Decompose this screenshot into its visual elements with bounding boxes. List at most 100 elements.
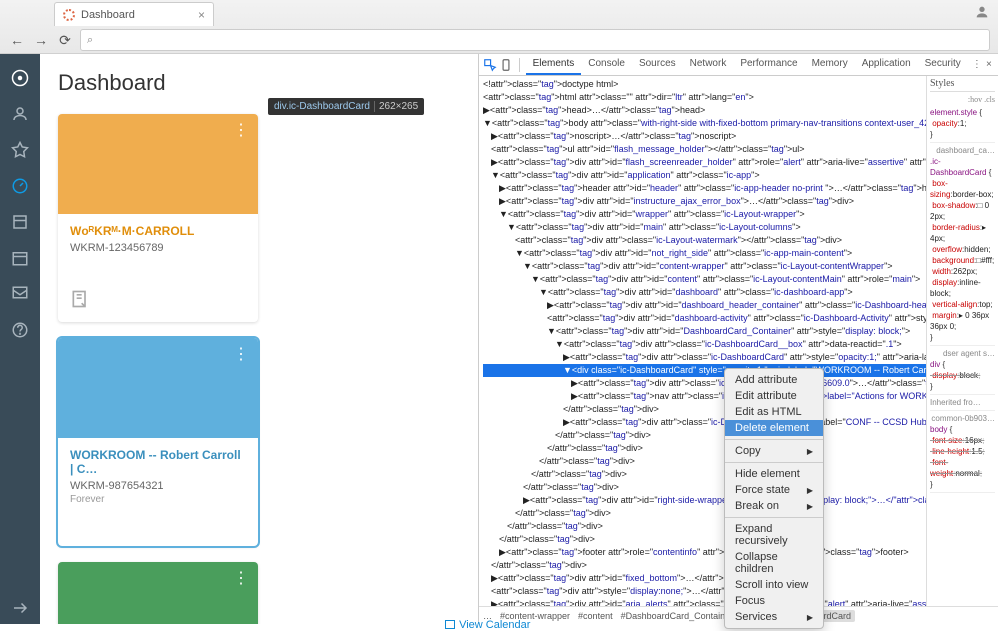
devtools-tab-application[interactable]: Application bbox=[855, 54, 918, 75]
dashboard-card[interactable]: ⋮ CONF -- CCSD Hub CCSD Hub Forever bbox=[58, 562, 258, 624]
dom-node[interactable]: </attr">class="tag">div> bbox=[483, 468, 926, 481]
calendar-icon[interactable] bbox=[4, 242, 36, 274]
dom-node[interactable]: </attr">class="tag">div> bbox=[483, 533, 926, 546]
dom-node[interactable]: ▶<attr">class="tag">footer attr">role="c… bbox=[483, 546, 926, 559]
collapse-icon[interactable] bbox=[4, 592, 36, 624]
context-menu[interactable]: Add attributeEdit attributeEdit as HTMLD… bbox=[724, 368, 824, 629]
card-menu-icon[interactable]: ⋮ bbox=[233, 568, 250, 588]
context-menu-item[interactable]: Services▶ bbox=[725, 609, 823, 625]
context-menu-item[interactable]: Scroll into view bbox=[725, 577, 823, 593]
context-menu-item[interactable]: Collapse children bbox=[725, 549, 823, 577]
browser-tab[interactable]: Dashboard × bbox=[54, 2, 214, 26]
dom-node[interactable]: </attr">class="tag">div> bbox=[483, 403, 926, 416]
context-menu-item[interactable]: Hide element bbox=[725, 466, 823, 482]
dom-node[interactable]: ▶<attr">class="tag">head>…</attr">class=… bbox=[483, 104, 926, 117]
dom-node[interactable]: ▼<attr">class="tag">div attr">id="main" … bbox=[483, 221, 926, 234]
card-menu-icon[interactable]: ⋮ bbox=[233, 120, 250, 140]
forward-button[interactable]: → bbox=[32, 31, 50, 49]
dom-node[interactable]: </attr">class="tag">div> bbox=[483, 455, 926, 468]
context-menu-item[interactable]: Edit as HTML bbox=[725, 404, 823, 420]
admin-icon[interactable] bbox=[4, 134, 36, 166]
dom-node[interactable]: ▶<attr">class="tag">div attr">class="ic-… bbox=[483, 351, 926, 364]
dom-node[interactable]: </attr">class="tag">div> bbox=[483, 559, 926, 572]
breadcrumb-item[interactable]: #DashboardCard_Container bbox=[621, 611, 734, 621]
devtools-tab-sources[interactable]: Sources bbox=[632, 54, 683, 75]
account-icon[interactable] bbox=[4, 98, 36, 130]
devtools-menu-icon[interactable]: ⋮ bbox=[972, 56, 982, 74]
breadcrumb-item[interactable]: #content bbox=[578, 611, 613, 621]
dom-node[interactable]: <attr">class="tag">html attr">class="" a… bbox=[483, 91, 926, 104]
dom-node[interactable]: ▼<attr">class="tag">div attr">id="not_ri… bbox=[483, 247, 926, 260]
dom-node[interactable]: ▶<attr">class="tag">div attr">id="right-… bbox=[483, 494, 926, 507]
reload-button[interactable]: ⟳ bbox=[56, 31, 74, 49]
devtools-tab-memory[interactable]: Memory bbox=[805, 54, 855, 75]
styles-filter[interactable]: :hov .cls bbox=[930, 94, 995, 105]
dom-node[interactable]: ▼<attr">class="tag">div attr">id="dashbo… bbox=[483, 286, 926, 299]
courses-icon[interactable] bbox=[4, 206, 36, 238]
devtools-tab-security[interactable]: Security bbox=[918, 54, 968, 75]
context-menu-item[interactable]: Delete element bbox=[725, 420, 823, 436]
dashboard-icon[interactable] bbox=[4, 170, 36, 202]
dom-node[interactable]: ▶<attr">class="tag">noscript>…</attr">cl… bbox=[483, 130, 926, 143]
view-calendar-link[interactable]: View Calendar bbox=[444, 618, 530, 631]
context-menu-item[interactable]: Edit attribute bbox=[725, 388, 823, 404]
context-menu-item[interactable]: Focus bbox=[725, 593, 823, 609]
dom-node[interactable]: ▶<attr">class="tag">div attr">class="ic-… bbox=[483, 377, 926, 390]
logo-icon[interactable] bbox=[4, 62, 36, 94]
devtools-tab-performance[interactable]: Performance bbox=[733, 54, 804, 75]
card-menu-icon[interactable]: ⋮ bbox=[233, 344, 250, 364]
devtools-close-icon[interactable]: × bbox=[984, 56, 994, 74]
inbox-icon[interactable] bbox=[4, 278, 36, 310]
dom-node[interactable]: ▶<attr">class="tag">div attr">class="ic-… bbox=[483, 416, 926, 429]
card-subtitle: WKRM-987654321 bbox=[70, 480, 246, 492]
dom-node[interactable]: ▶<attr">class="tag">div attr">id="flash_… bbox=[483, 156, 926, 169]
back-button[interactable]: ← bbox=[8, 31, 26, 49]
dom-node[interactable]: ▶<attr">class="tag">div attr">id="instru… bbox=[483, 195, 926, 208]
dom-node[interactable]: ▼<div class="ic-DashboardCard" style="op… bbox=[483, 364, 926, 377]
context-menu-item[interactable]: Expand recursively bbox=[725, 521, 823, 549]
dom-node[interactable]: ▶<attr">class="tag">nav attr">class="ic-… bbox=[483, 390, 926, 403]
card-title: WORKROOM -- Robert Carroll | C… bbox=[70, 448, 246, 476]
dom-node[interactable]: </attr">class="tag">div> bbox=[483, 507, 926, 520]
help-icon[interactable] bbox=[4, 314, 36, 346]
device-mode-icon[interactable] bbox=[499, 56, 513, 74]
dom-node[interactable]: <attr">class="tag">ul attr">id="flash_me… bbox=[483, 143, 926, 156]
dom-tree[interactable]: <!attr">class="tag">doctype html><attr">… bbox=[479, 76, 926, 606]
menu-separator bbox=[725, 439, 823, 440]
address-bar[interactable]: ⌕ bbox=[80, 29, 990, 51]
dom-node[interactable]: </attr">class="tag">div> bbox=[483, 520, 926, 533]
close-tab-icon[interactable]: × bbox=[198, 8, 205, 22]
dom-node[interactable]: ▼<attr">class="tag">div attr">id="applic… bbox=[483, 169, 926, 182]
dom-node[interactable]: </attr">class="tag">div> bbox=[483, 442, 926, 455]
announcement-icon[interactable] bbox=[70, 289, 90, 314]
devtools-tab-elements[interactable]: Elements bbox=[526, 54, 582, 75]
dom-node[interactable]: </attr">class="tag">div> bbox=[483, 429, 926, 442]
dom-node[interactable]: <!attr">class="tag">doctype html> bbox=[483, 78, 926, 91]
context-menu-item[interactable]: Copy▶ bbox=[725, 443, 823, 459]
dom-node[interactable]: ▼<attr">class="tag">div attr">id="conten… bbox=[483, 260, 926, 273]
dom-node[interactable]: <attr">class="tag">div attr">class="ic-L… bbox=[483, 234, 926, 247]
dom-node[interactable]: ▶<attr">class="tag">div attr">id="fixed_… bbox=[483, 572, 926, 585]
dom-node[interactable]: <attr">class="tag">div attr">style="disp… bbox=[483, 585, 926, 598]
inspect-element-icon[interactable] bbox=[483, 56, 497, 74]
dom-node[interactable]: ▼<attr">class="tag">div attr">id="wrappe… bbox=[483, 208, 926, 221]
dashboard-card[interactable]: ⋮ WᴏᴿKRᴹ·M·CARROLL WKRM-123456789 bbox=[58, 114, 258, 322]
context-menu-item[interactable]: Force state▶ bbox=[725, 482, 823, 498]
dashboard-card[interactable]: ⋮ WORKROOM -- Robert Carroll | C… WKRM-9… bbox=[58, 338, 258, 546]
dom-node[interactable]: </attr">class="tag">div> bbox=[483, 481, 926, 494]
dom-node[interactable]: ▶<attr">class="tag">div attr">id="dashbo… bbox=[483, 299, 926, 312]
styles-pane[interactable]: Styles :hov .cls element.style { opacity… bbox=[926, 76, 998, 606]
card-hero: ⋮ bbox=[58, 114, 258, 214]
dom-node[interactable]: ▼<attr">class="tag">div attr">class="ic-… bbox=[483, 338, 926, 351]
dom-node[interactable]: <attr">class="tag">div attr">id="dashboa… bbox=[483, 312, 926, 325]
context-menu-item[interactable]: Break on▶ bbox=[725, 498, 823, 514]
context-menu-item[interactable]: Add attribute bbox=[725, 372, 823, 388]
devtools-tab-network[interactable]: Network bbox=[683, 54, 734, 75]
devtools-tab-console[interactable]: Console bbox=[581, 54, 632, 75]
dom-node[interactable]: ▼<attr">class="tag">div attr">id="Dashbo… bbox=[483, 325, 926, 338]
dom-node[interactable]: ▼<attr">class="tag">div attr">id="conten… bbox=[483, 273, 926, 286]
dom-node[interactable]: ▶<attr">class="tag">header attr">id="hea… bbox=[483, 182, 926, 195]
profile-icon[interactable] bbox=[974, 4, 990, 20]
dom-node[interactable]: ▶<attr">class="tag">div attr">id="aria_a… bbox=[483, 598, 926, 606]
dom-node[interactable]: ▼<attr">class="tag">body attr">class="wi… bbox=[483, 117, 926, 130]
